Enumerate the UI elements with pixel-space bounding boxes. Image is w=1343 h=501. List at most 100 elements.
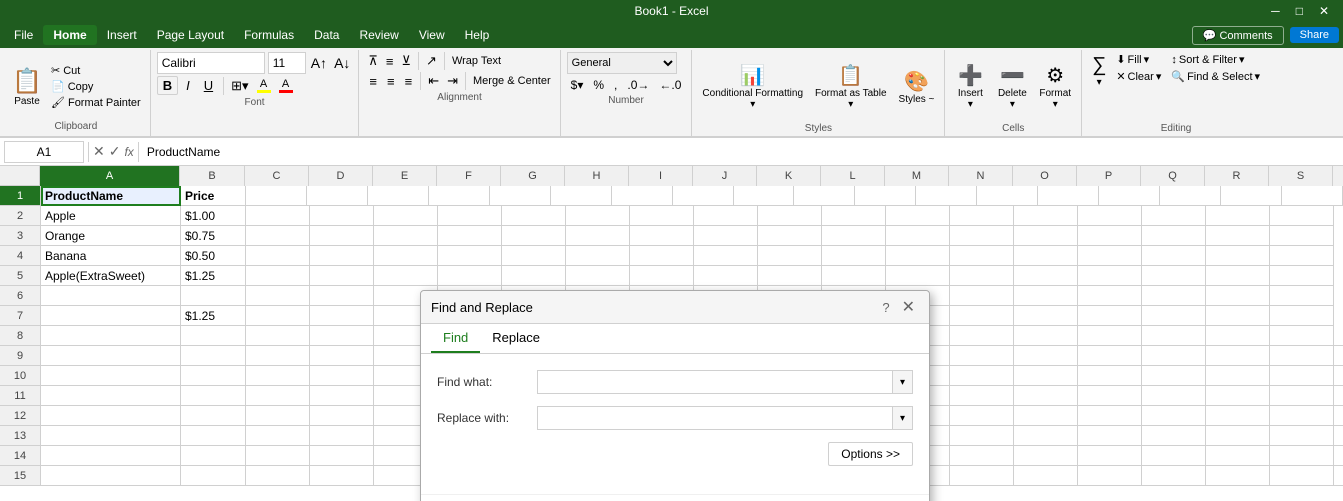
align-middle-btn[interactable]: ≡ [383,53,397,70]
col-header-r[interactable]: R [1205,166,1269,186]
menu-file[interactable]: File [4,25,43,45]
col-header-q[interactable]: Q [1141,166,1205,186]
cell-h1[interactable] [551,186,612,206]
col-header-f[interactable]: F [437,166,501,186]
borders-button[interactable]: ⊞▾ [228,77,251,95]
col-header-p[interactable]: P [1077,166,1141,186]
col-header-o[interactable]: O [1013,166,1077,186]
menu-insert[interactable]: Insert [97,25,147,45]
italic-button[interactable]: I [180,76,196,95]
find-select-button[interactable]: 🔍 Find & Select ▾ [1167,69,1264,84]
replace-with-dropdown[interactable]: ▾ [893,406,913,430]
row-header-13[interactable]: 13 [0,426,40,446]
col-header-i[interactable]: I [629,166,693,186]
align-left-btn[interactable]: ≡ [365,73,381,90]
find-what-input[interactable] [537,370,893,394]
format-as-table-button[interactable]: 📋 Format as Table ▾ [811,61,891,112]
col-header-a[interactable]: A [40,166,180,186]
wrap-text-button[interactable]: Wrap Text [449,54,504,68]
row-header-7[interactable]: 7 [0,306,40,326]
decrease-indent-btn[interactable]: ⇤ [425,72,442,90]
cell-s1[interactable] [1221,186,1282,206]
col-header-j[interactable]: J [693,166,757,186]
cell-b7[interactable]: $1.25 [181,306,246,326]
tab-replace[interactable]: Replace [480,324,552,353]
cell-f1[interactable] [429,186,490,206]
menu-data[interactable]: Data [304,25,349,45]
font-size-input[interactable] [268,52,306,74]
number-format-select[interactable]: General [567,52,677,74]
menu-pagelayout[interactable]: Page Layout [147,25,234,45]
conditional-formatting-button[interactable]: 📊 Conditional Formatting ▾ [698,61,807,112]
underline-button[interactable]: U [198,76,219,95]
align-center-btn[interactable]: ≡ [383,73,399,90]
insert-button[interactable]: ➕ Insert ▾ [951,61,989,112]
format-painter-button[interactable]: 🖌 Format Painter [48,95,144,110]
row-header-1[interactable]: 1 [0,186,40,206]
find-what-dropdown[interactable]: ▾ [893,370,913,394]
row-header-3[interactable]: 3 [0,226,40,246]
orientation-btn[interactable]: ↗ [423,52,440,70]
modal-help-button[interactable]: ? [876,300,895,315]
insert-function-btn[interactable]: fx [124,145,133,159]
accounting-format-btn[interactable]: $▾ [567,77,588,93]
row-header-15[interactable]: 15 [0,466,40,486]
col-header-l[interactable]: L [821,166,885,186]
minimize-btn[interactable]: ─ [1265,4,1286,18]
cell-a2[interactable]: Apple [41,206,181,226]
cell-c1[interactable] [246,186,307,206]
row-header-10[interactable]: 10 [0,366,40,386]
cell-q1[interactable] [1099,186,1160,206]
increase-indent-btn[interactable]: ⇥ [444,72,461,90]
col-header-d[interactable]: D [309,166,373,186]
cell-a1[interactable]: ProductName [41,186,181,206]
col-header-t[interactable]: T [1333,166,1343,186]
decimal-decrease-btn[interactable]: ←.0 [655,77,685,93]
col-header-s[interactable]: S [1269,166,1333,186]
cut-button[interactable]: ✂ Cut [48,63,144,78]
cell-n1[interactable] [916,186,977,206]
autosum-button[interactable]: ∑ ▾ [1088,52,1110,90]
col-header-e[interactable]: E [373,166,437,186]
cell-t1[interactable] [1282,186,1343,206]
cell-b5[interactable]: $1.25 [181,266,246,286]
col-header-c[interactable]: C [245,166,309,186]
fill-color-button[interactable]: A [254,77,274,94]
row-header-5[interactable]: 5 [0,266,40,286]
cell-b2[interactable]: $1.00 [181,206,246,226]
options-button[interactable]: Options >> [828,442,913,466]
name-box[interactable] [4,141,84,163]
function-confirm-btn[interactable]: ✓ [109,143,121,160]
row-header-9[interactable]: 9 [0,346,40,366]
font-decrease-btn[interactable]: A↓ [332,54,352,72]
bold-button[interactable]: B [157,76,178,95]
cell-d1[interactable] [307,186,368,206]
cell-o1[interactable] [977,186,1038,206]
cell-a4[interactable]: Banana [41,246,181,266]
cell-p1[interactable] [1038,186,1099,206]
font-color-button[interactable]: A [276,77,296,94]
col-header-m[interactable]: M [885,166,949,186]
col-header-n[interactable]: N [949,166,1013,186]
menu-home[interactable]: Home [43,25,96,45]
cell-a5[interactable]: Apple(ExtraSweet) [41,266,181,286]
cell-g1[interactable] [490,186,551,206]
fill-button[interactable]: ⬇ Fill ▾ [1112,52,1165,67]
cell-a7[interactable] [41,306,181,326]
row-header-11[interactable]: 11 [0,386,40,406]
col-header-b[interactable]: B [180,166,245,186]
col-header-g[interactable]: G [501,166,565,186]
row-header-2[interactable]: 2 [0,206,40,226]
merge-center-button[interactable]: Merge & Center [470,74,554,88]
cell-e1[interactable] [368,186,429,206]
menu-view[interactable]: View [409,25,455,45]
cell-b1[interactable]: Price [181,186,246,206]
comma-btn[interactable]: , [610,77,621,93]
sort-filter-button[interactable]: ↕ Sort & Filter ▾ [1167,52,1264,67]
maximize-btn[interactable]: □ [1290,4,1309,18]
align-top-btn[interactable]: ⊼ [365,52,381,70]
cell-b3[interactable]: $0.75 [181,226,246,246]
paste-button[interactable]: 📋 Paste [8,52,46,121]
share-button[interactable]: Share [1290,27,1339,43]
cell-l1[interactable] [794,186,855,206]
